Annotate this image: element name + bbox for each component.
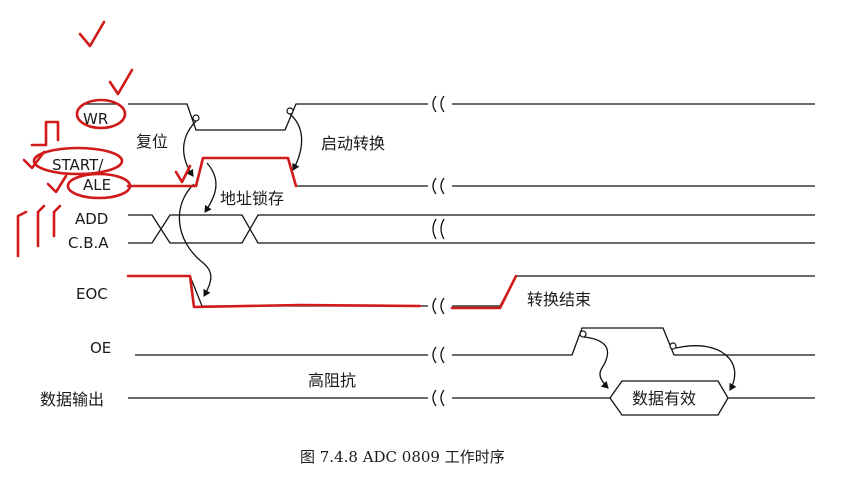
eoc-arrow [178, 183, 212, 297]
data-valid-annotation: 数据有效 [632, 389, 696, 408]
timing-diagram: WR START/ ALE ADD C.B.A EOC OE 数据输出 复位 启… [16, 20, 815, 466]
timing-diagram-figure: WR START/ ALE ADD C.B.A EOC OE 数据输出 复位 启… [0, 0, 844, 489]
address-bus-waveform [128, 214, 815, 244]
reset-annotation: 复位 [136, 132, 168, 151]
oe-edge-marker-2 [669, 342, 677, 350]
ale-label: ALE [83, 176, 111, 194]
oe-label: OE [90, 339, 111, 357]
wr-waveform [128, 103, 815, 131]
start-ale-waveform [128, 157, 815, 187]
address-latch-annotation: 地址锁存 [220, 189, 284, 208]
break-marks [432, 95, 445, 407]
address-latch-arrow [204, 162, 217, 213]
start-label: START/ [52, 156, 104, 174]
eoc-waveform [128, 275, 815, 307]
wr-edge-marker-2 [286, 107, 294, 115]
eoc-label: EOC [76, 285, 108, 303]
start-conversion-arrow [289, 113, 303, 171]
data-output-label: 数据输出 [40, 390, 104, 409]
figure-caption: 图 7.4.8 ADC 0809 工作时序 [300, 448, 505, 466]
oe-data-valid-arrow-2 [675, 345, 737, 391]
cba-label: C.B.A [68, 234, 109, 252]
start-conversion-annotation: 启动转换 [321, 134, 385, 153]
oe-edge-marker-1 [579, 330, 587, 338]
oe-waveform [135, 327, 815, 356]
wr-edge-marker-1 [192, 114, 200, 122]
conversion-end-annotation: 转换结束 [527, 290, 591, 309]
high-impedance-annotation: 高阻抗 [308, 371, 356, 390]
add-label: ADD [75, 210, 108, 228]
oe-data-valid-arrow-1 [583, 336, 609, 389]
